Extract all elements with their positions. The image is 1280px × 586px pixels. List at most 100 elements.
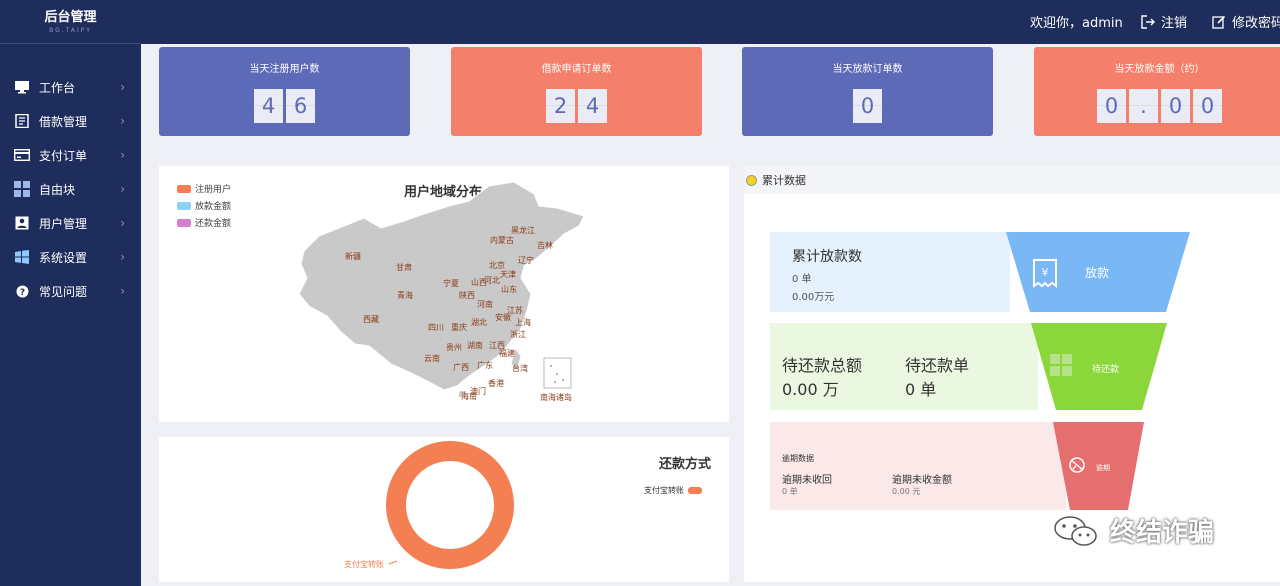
yellow-dot-icon: [746, 174, 757, 186]
top-bar: 欢迎你，admin 注销 修改密码: [141, 0, 1280, 44]
sidebar-item-user-management[interactable]: 用户管理 ›: [0, 206, 141, 240]
province-label: 安徽: [495, 313, 511, 322]
province-label: 重庆: [451, 323, 467, 332]
brand-logo: 后台管理 BG.TAIPY: [0, 0, 141, 44]
sidebar: 后台管理 BG.TAIPY 工作台 › 借款管理 › 支付订单 › 自由块 › …: [0, 0, 141, 586]
svg-text:?: ?: [19, 288, 24, 298]
yen-receipt-icon: ¥: [1033, 259, 1057, 288]
province-label: 吉林: [537, 241, 553, 250]
province-label: 南海诸岛: [540, 393, 572, 402]
funnel-label-pending: 待还款: [1092, 365, 1120, 375]
sidebar-item-faq[interactable]: ? 常见问题 ›: [0, 274, 141, 308]
province-label: 山东: [501, 285, 517, 294]
province-label: 内蒙古: [490, 236, 514, 245]
windows-icon: [14, 250, 30, 264]
document-icon: [14, 114, 30, 128]
province-label: 广西: [453, 363, 469, 372]
logout-button[interactable]: 注销: [1141, 12, 1187, 31]
province-label: 河南: [477, 300, 493, 309]
cumulative-header: 累计数据: [744, 166, 1280, 194]
change-password-label: 修改密码: [1232, 16, 1280, 31]
province-label: 青海: [397, 291, 413, 300]
user-region-map-panel: 注册用户 放款金额 还款金额 用户地域分布 黑龙江 吉林 内蒙古 辽宁 新疆 甘…: [159, 166, 729, 422]
province-label: 陕西: [459, 291, 475, 300]
donut-slice-alipay[interactable]: [386, 441, 514, 569]
province-label: 河北: [484, 276, 500, 285]
chevron-right-icon: ›: [120, 148, 125, 162]
brand-title: 后台管理: [44, 10, 97, 25]
sidebar-item-loan-management[interactable]: 借款管理 ›: [0, 104, 141, 138]
province-label: 四川: [428, 323, 444, 332]
sidebar-item-label: 支付订单: [39, 148, 88, 163]
sidebar-item-label: 用户管理: [39, 216, 88, 231]
province-label: 黑龙江: [511, 226, 535, 235]
sidebar-menu: 工作台 › 借款管理 › 支付订单 › 自由块 › 用户管理 › 系统设置 ›: [0, 70, 141, 308]
pending-total-label: 待还款总额: [782, 356, 863, 375]
province-label: 湖南: [467, 341, 483, 350]
overdue-amount-value: 0.00 元: [892, 487, 921, 496]
stat-card-title: 当天放款金额（约）: [1114, 64, 1205, 75]
pending-total-value: 0.00 万: [782, 380, 839, 399]
province-label: 上海: [515, 318, 531, 327]
sidebar-item-label: 借款管理: [39, 114, 88, 129]
stat-card-loan-applications: 借款申请订单数 2 4: [451, 47, 702, 136]
wechat-icon: [1054, 515, 1097, 546]
stat-digit: 4: [578, 89, 607, 123]
province-label: 海南: [461, 392, 477, 401]
province-label: 辽宁: [518, 256, 534, 265]
province-label: 天津: [500, 270, 516, 279]
sidebar-item-payment-orders[interactable]: 支付订单 ›: [0, 138, 141, 172]
province-label: 台湾: [512, 364, 528, 373]
stat-digit: 0: [853, 89, 882, 123]
brand-subtitle: BG.TAIPY: [49, 27, 92, 34]
loan-total-amount: 0.00万元: [792, 292, 835, 303]
cumulative-title: 累计数据: [762, 174, 806, 187]
sidebar-item-label: 常见问题: [39, 284, 88, 299]
chevron-right-icon: ›: [120, 216, 125, 230]
change-password-button[interactable]: 修改密码: [1212, 12, 1280, 31]
province-label: 贵州: [446, 343, 462, 352]
grid-icon: [14, 181, 30, 197]
sidebar-item-label: 系统设置: [39, 250, 88, 265]
stat-digit: .: [1129, 89, 1158, 123]
logout-icon: [1141, 14, 1155, 29]
donut-slice-label: 支付宝转账: [344, 560, 384, 569]
pending-orders-value: 0 单: [905, 380, 937, 399]
sidebar-item-workbench[interactable]: 工作台 ›: [0, 70, 141, 104]
stat-card-loan-orders: 当天放款订单数 0: [742, 47, 993, 136]
sidebar-item-label: 自由块: [39, 182, 76, 197]
card-icon: [14, 148, 30, 162]
stat-card-digits: 4 6: [159, 89, 410, 123]
chevron-right-icon: ›: [120, 250, 125, 264]
chevron-right-icon: ›: [120, 182, 125, 196]
china-map[interactable]: [159, 166, 729, 422]
funnel-label-overdue: 逾期: [1096, 464, 1110, 472]
stat-card-title: 当天放款订单数: [832, 64, 903, 75]
stat-card-registered-users: 当天注册用户数 4 6: [159, 47, 410, 136]
stat-card-digits: 0: [742, 89, 993, 123]
sidebar-item-label: 工作台: [39, 80, 76, 95]
overdue-title: 逾期数据: [782, 454, 814, 463]
chevron-right-icon: ›: [120, 80, 125, 94]
province-label: 香港: [488, 379, 504, 388]
payment-donut-chart: [386, 441, 514, 569]
stat-digit: 4: [254, 89, 283, 123]
sidebar-item-system-settings[interactable]: 系统设置 ›: [0, 240, 141, 274]
svg-text:¥: ¥: [1042, 266, 1049, 279]
stat-card-title: 当天注册用户数: [249, 64, 320, 75]
province-label: 西藏: [363, 315, 379, 324]
funnel-label-loan: 放款: [1085, 266, 1110, 280]
repayment-method-panel: 还款方式 支付宝转账 支付宝转账: [159, 437, 729, 582]
stat-digit: 0: [1161, 89, 1190, 123]
pending-orders-label: 待还款单: [905, 356, 970, 375]
stat-digit: 0: [1193, 89, 1222, 123]
overdue-unrecovered-value: 0 单: [782, 487, 798, 496]
grid-icon: [1050, 354, 1072, 376]
stat-card-digits: 0 . 0 0: [1034, 89, 1280, 123]
stat-card-digits: 2 4: [451, 89, 702, 123]
stat-digit: 6: [286, 89, 315, 123]
province-label: 新疆: [345, 252, 361, 261]
sidebar-item-free-block[interactable]: 自由块 ›: [0, 172, 141, 206]
monitor-icon: [14, 80, 30, 94]
user-icon: [14, 216, 30, 230]
